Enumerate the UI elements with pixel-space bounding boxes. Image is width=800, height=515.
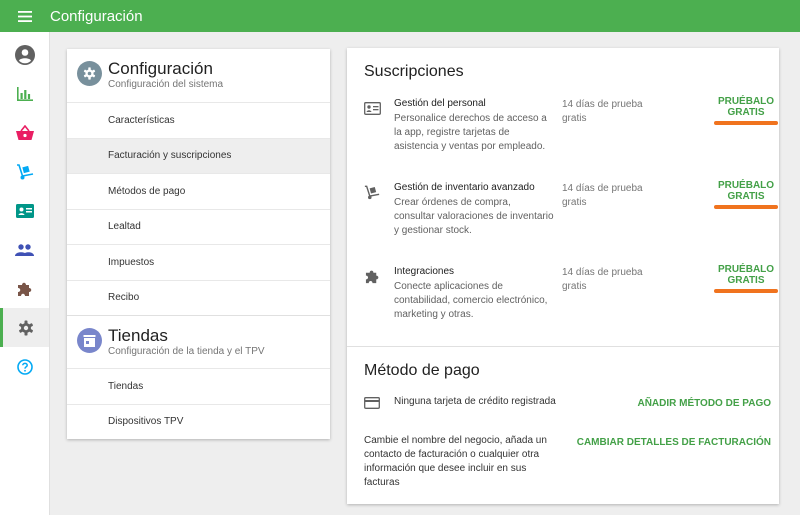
subscription-item: Integraciones Conecte aplicaciones de co… — [347, 264, 779, 346]
stores-section-title: Tiendas — [108, 326, 168, 345]
subscription-description: Crear órdenes de compra, consultar valor… — [394, 197, 554, 236]
subscription-name: Integraciones — [394, 266, 455, 277]
stores-section-icon — [77, 328, 102, 353]
config-section-icon — [77, 61, 102, 86]
menu-item-dispositivos-tpv[interactable]: Dispositivos TPV — [67, 403, 330, 440]
subscriptions-title: Suscripciones — [364, 63, 464, 80]
nav-item-customers[interactable] — [0, 230, 49, 269]
subscription-trial: 14 días de prueba gratis — [562, 183, 643, 208]
page-title: Configuración — [50, 7, 143, 25]
help-icon — [16, 358, 33, 375]
nav-item-account[interactable] — [0, 35, 49, 74]
puzzle-icon — [363, 268, 381, 284]
highlight-underline — [714, 289, 778, 293]
store-icon — [83, 334, 96, 347]
menu-item-tiendas[interactable]: Tiendas — [67, 368, 330, 404]
nav-item-inventory[interactable] — [0, 152, 49, 191]
config-section-header: Configuración Configuración del sistema — [67, 49, 330, 102]
nav-item-sales[interactable] — [0, 113, 49, 152]
try-free-button[interactable]: PRUÉBALO GRATIS — [713, 264, 779, 286]
top-app-bar: Configuración — [0, 0, 800, 32]
menu-item-facturacion[interactable]: Facturación y suscripciones — [67, 137, 330, 173]
settings-menu-card: Configuración Configuración del sistema … — [67, 49, 330, 439]
side-navigation — [0, 32, 50, 515]
section-divider — [347, 346, 779, 347]
hand-truck-icon — [363, 184, 381, 200]
bar-chart-icon — [16, 86, 33, 101]
nav-item-integrations[interactable] — [0, 269, 49, 308]
nav-item-settings[interactable] — [0, 308, 49, 347]
badge-icon — [15, 203, 34, 218]
try-free-button[interactable]: PRUÉBALO GRATIS — [713, 180, 779, 202]
gear-icon — [83, 67, 96, 80]
subscription-name: Gestión del personal — [394, 98, 486, 109]
menu-item-lealtad[interactable]: Lealtad — [67, 208, 330, 245]
menu-item-impuestos[interactable]: Impuestos — [67, 244, 330, 280]
subscription-trial: 14 días de prueba gratis — [562, 99, 643, 124]
config-section-title: Configuración — [108, 59, 213, 78]
menu-item-recibo[interactable]: Recibo — [67, 279, 330, 316]
billing-subscriptions-card: Suscripciones Gestión del personal Perso… — [347, 48, 779, 504]
subscription-description: Personalice derechos de acceso a la app,… — [394, 113, 547, 152]
hand-truck-icon — [16, 163, 33, 179]
subscription-name: Gestión de inventario avanzado — [394, 182, 535, 193]
credit-card-icon — [364, 397, 380, 409]
try-free-button[interactable]: PRUÉBALO GRATIS — [713, 96, 779, 118]
subscription-item: Gestión de inventario avanzado Crear órd… — [347, 180, 779, 262]
nav-item-reports[interactable] — [0, 74, 49, 113]
gear-icon — [19, 320, 33, 335]
no-card-text: Ninguna tarjeta de crédito registrada — [394, 396, 556, 407]
nav-item-employees[interactable] — [0, 191, 49, 230]
puzzle-icon — [17, 282, 31, 296]
menu-icon — [18, 10, 32, 22]
subscription-item: Gestión del personal Personalice derecho… — [347, 96, 779, 178]
payment-method-title: Método de pago — [364, 362, 480, 379]
basket-icon — [15, 125, 34, 140]
highlight-underline — [714, 205, 778, 209]
billing-details-text: Cambie el nombre del negocio, añada un c… — [364, 435, 547, 488]
stores-section-subtitle: Configuración de la tienda y el TPV — [108, 346, 265, 357]
subscription-trial: 14 días de prueba gratis — [562, 267, 643, 292]
highlight-underline — [714, 121, 778, 125]
subscription-description: Conecte aplicaciones de contabilidad, co… — [394, 281, 548, 320]
config-section-subtitle: Configuración del sistema — [108, 79, 224, 90]
stores-section-header: Tiendas Configuración de la tienda y el … — [67, 315, 330, 368]
menu-item-caracteristicas[interactable]: Características — [67, 102, 330, 138]
add-payment-method-button[interactable]: AÑADIR MÉTODO DE PAGO — [637, 398, 771, 409]
menu-button[interactable] — [0, 0, 50, 32]
menu-item-metodos-pago[interactable]: Métodos de pago — [67, 173, 330, 209]
people-icon — [15, 243, 34, 256]
change-billing-details-button[interactable]: CAMBIAR DETALLES DE FACTURACIÓN — [577, 437, 771, 448]
id-card-icon — [363, 100, 381, 116]
account-circle-icon — [14, 44, 35, 65]
nav-item-help[interactable] — [0, 347, 49, 386]
